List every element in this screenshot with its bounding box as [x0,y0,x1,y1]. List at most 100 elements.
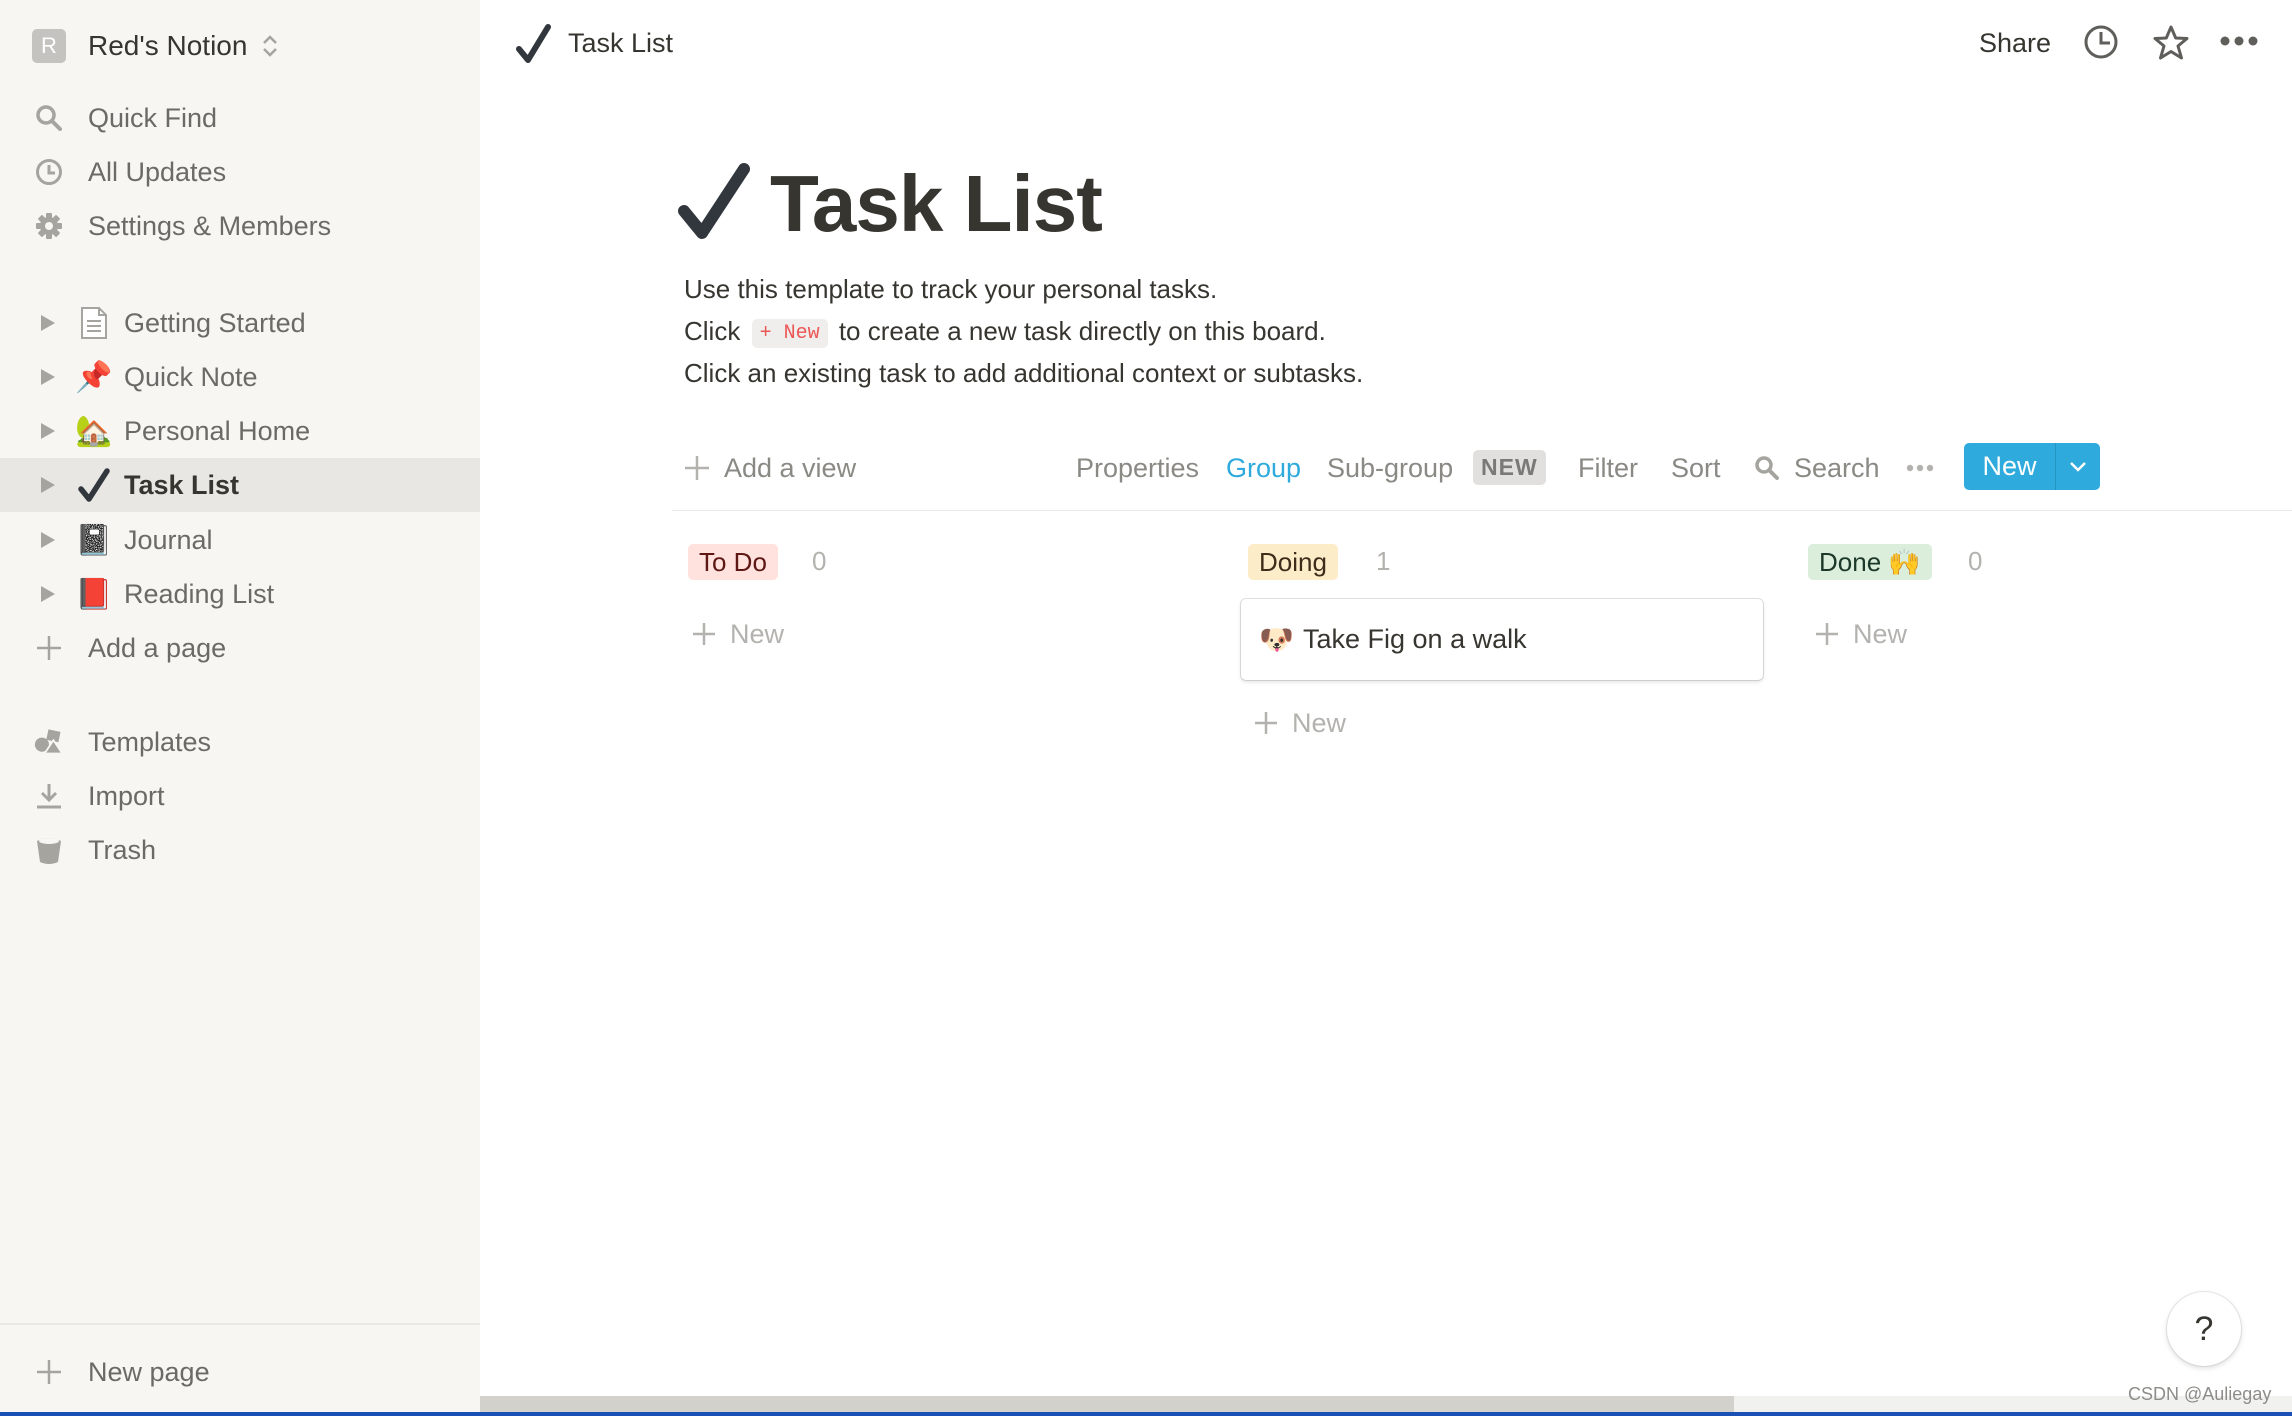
workspace-switcher[interactable]: R Red's Notion [32,26,279,66]
help-button[interactable]: ? [2167,1292,2241,1366]
column-new-button[interactable]: New [692,614,784,654]
sidebar-page-label: Getting Started [124,307,306,338]
workspace-avatar: R [32,29,66,63]
plus-icon [685,456,709,480]
card-title: Take Fig on a walk [1303,624,1527,654]
column-count: 0 [812,546,827,576]
new-label: New [1853,618,1908,649]
plus-icon [34,633,64,663]
plus-icon [1255,712,1277,734]
more-options-icon[interactable] [2219,34,2259,53]
checkmark-icon [76,467,112,503]
sidebar-page-quick-note[interactable]: 📌 Quick Note [0,350,480,404]
pushpin-icon: 📌 [75,360,113,394]
workspace-name: Red's Notion [88,30,248,61]
house-icon: 🏡 [75,414,113,448]
description-text: to create a new task directly on this bo… [838,316,1326,346]
sort-button[interactable]: Sort [1671,448,1721,488]
import-icon [34,781,64,811]
sidebar-item-label: Templates [88,726,212,757]
gear-icon [34,211,64,241]
filter-button[interactable]: Filter [1578,448,1638,488]
sidebar-item-label: Quick Find [88,102,218,133]
search-button[interactable]: Search [1754,448,1880,488]
page-document-icon [76,305,112,341]
sidebar-item-label: All Updates [88,156,227,187]
sidebar-item-settings[interactable]: Settings & Members [0,199,480,253]
new-record-button-group: New [1964,443,2100,490]
taskbar-edge [0,1412,2292,1416]
sidebar-page-journal[interactable]: 📓 Journal [0,513,480,567]
add-page-label: Add a page [88,632,227,663]
sidebar-page-reading-list[interactable]: 📕 Reading List [0,567,480,621]
add-page-button[interactable]: Add a page [0,621,480,675]
chevron-up-down-icon [263,35,278,57]
new-template-dropdown[interactable] [2056,443,2100,490]
toolbar-divider [672,510,2292,511]
share-button[interactable]: Share [1979,28,2051,59]
description-line-2: Click + New to create a new task directl… [684,316,1326,348]
description-text: Click [684,316,741,346]
dog-face-icon: 🐶 [1259,624,1294,655]
favorite-star-icon[interactable] [2152,24,2190,67]
search-icon [34,103,64,133]
expand-triangle-icon[interactable] [41,532,55,548]
inline-code-new: + New [751,319,828,348]
group-button[interactable]: Group [1226,448,1301,488]
sidebar-page-label: Quick Note [124,361,258,392]
sidebar: R Red's Notion Quick Find All Updates Se… [0,0,480,1416]
column-header-doing[interactable]: Doing [1248,544,1338,580]
column-header-done[interactable]: Done 🙌 [1808,544,1932,580]
sidebar-item-all-updates[interactable]: All Updates [0,145,480,199]
column-count: 1 [1376,546,1391,576]
sidebar-item-import[interactable]: Import [0,769,480,823]
expand-triangle-icon[interactable] [41,315,55,331]
updates-clock-icon[interactable] [2083,24,2119,65]
add-view-label: Add a view [724,452,857,483]
chevron-down-icon [2070,461,2086,472]
sidebar-page-label: Reading List [124,578,275,609]
expand-triangle-icon[interactable] [41,369,55,385]
trash-icon [34,835,64,865]
new-label: New [730,618,785,649]
column-new-button[interactable]: New [1254,703,1346,743]
expand-triangle-icon[interactable] [41,423,55,439]
board-card[interactable]: 🐶 Take Fig on a walk [1241,599,1763,680]
expand-triangle-icon[interactable] [41,477,55,493]
new-label: New [1292,707,1347,738]
page-header: Task List [676,158,1103,250]
clock-icon [34,157,64,187]
sidebar-page-label: Journal [124,524,213,555]
sidebar-page-label: Personal Home [124,415,311,446]
description-line-3: Click an existing task to add additional… [684,358,1364,388]
sidebar-page-task-list[interactable]: Task List [0,458,480,512]
sidebar-divider [0,1323,480,1325]
subgroup-button[interactable]: Sub-group [1327,448,1453,488]
add-view-button[interactable]: Add a view [684,448,856,488]
expand-triangle-icon[interactable] [41,586,55,602]
new-record-button[interactable]: New [1964,443,2056,490]
plus-icon [1816,623,1838,645]
sidebar-page-getting-started[interactable]: Getting Started [0,296,480,350]
book-icon: 📕 [75,577,113,611]
sidebar-page-personal-home[interactable]: 🏡 Personal Home [0,404,480,458]
view-more-options-icon[interactable] [1905,448,1935,488]
sidebar-page-label: Task List [124,469,240,500]
page-title[interactable]: Task List [770,158,1103,250]
column-count: 0 [1968,546,1983,576]
sidebar-item-trash[interactable]: Trash [0,823,480,877]
properties-button[interactable]: Properties [1076,448,1199,488]
sidebar-item-label: Settings & Members [88,210,332,241]
column-header-todo[interactable]: To Do [688,544,778,580]
column-label: Done 🙌 [1819,546,1921,577]
breadcrumb-title[interactable]: Task List [568,28,673,59]
column-new-button[interactable]: New [1815,614,1907,654]
plus-icon [34,1357,64,1387]
page-icon-checkmark[interactable] [676,161,752,248]
plus-icon [693,623,715,645]
sidebar-item-templates[interactable]: Templates [0,715,480,769]
new-page-label: New page [88,1356,210,1387]
sidebar-item-quick-find[interactable]: Quick Find [0,91,480,145]
horizontal-scrollbar-thumb[interactable] [480,1396,1734,1412]
new-page-button[interactable]: New page [0,1345,480,1399]
